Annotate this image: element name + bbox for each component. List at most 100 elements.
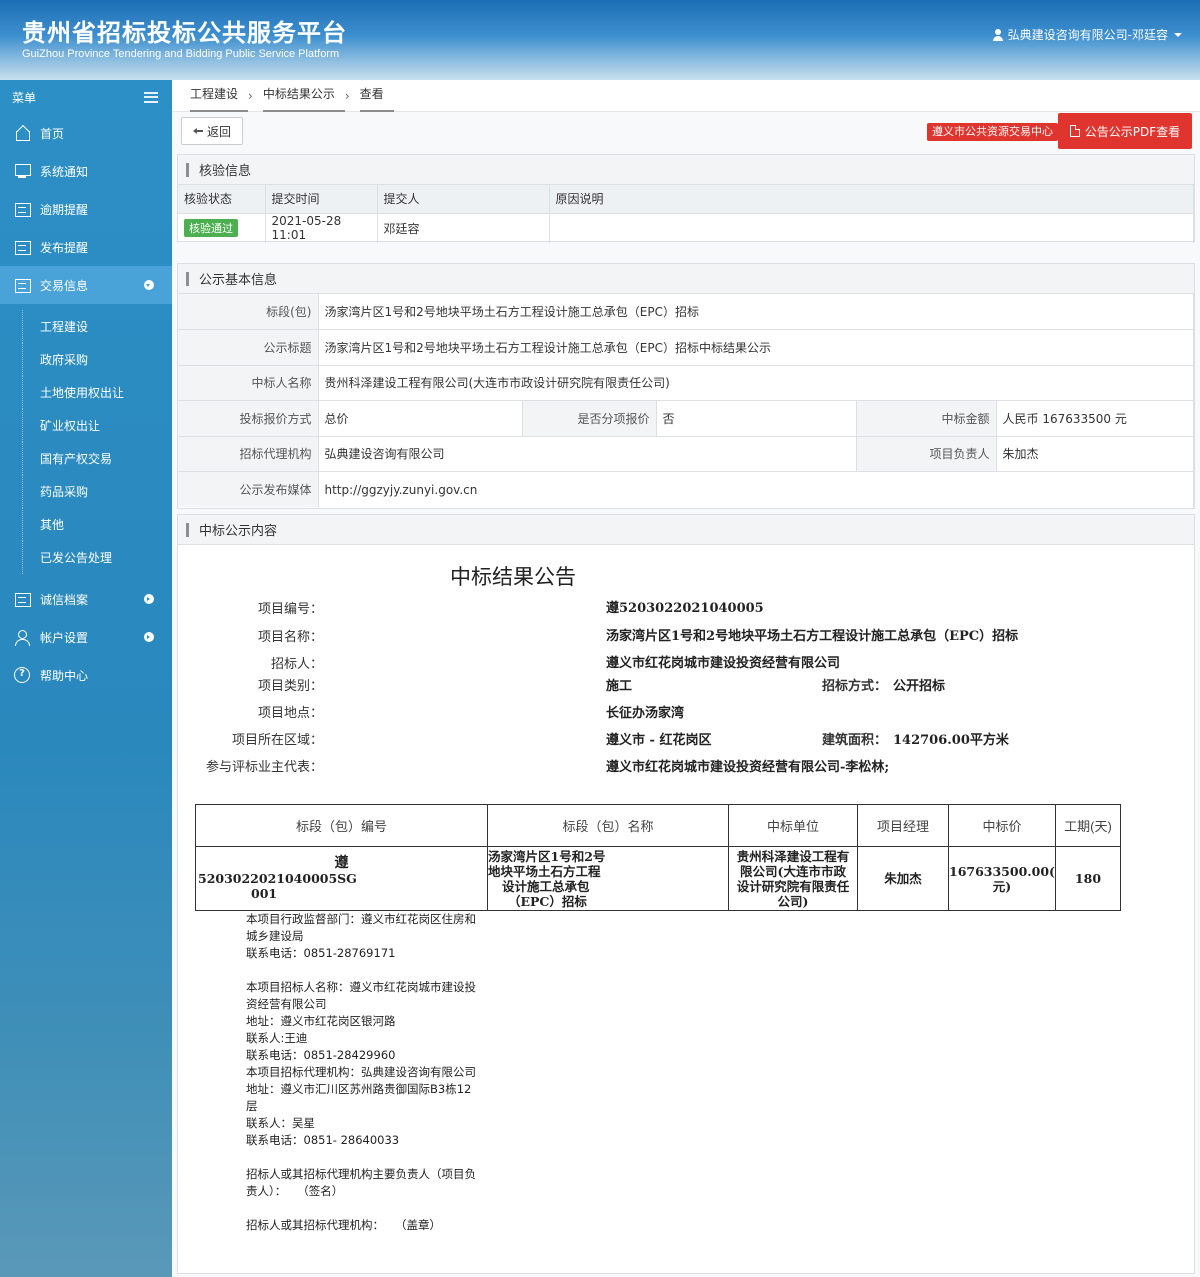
sidebar-item-help[interactable]: 帮助中心	[0, 656, 172, 694]
field-value: 遵5203022021040005	[606, 601, 764, 616]
table-row: 遵 5203022021040005SG 001 汤家湾片区1号和2号 地块平场…	[195, 846, 1122, 911]
table-header: 提交人	[377, 185, 550, 214]
field-label: 标段(包)	[178, 294, 319, 330]
chevron-right-icon	[144, 632, 154, 642]
field-value: 弘典建设咨询有限公司	[318, 436, 857, 472]
field-value: 汤家湾片区1号和2号地块平场土石方工程设计施工总承包（EPC）招标	[606, 629, 1019, 644]
sidebar-subitem[interactable]: 药品采购	[0, 475, 172, 508]
sidebar-subitem[interactable]: 其他	[0, 508, 172, 541]
field-value: 否	[656, 400, 857, 437]
field-label: 项目类别：	[257, 678, 323, 693]
field-value: 142706.00平方米	[893, 733, 1009, 748]
field-label: 公示标题	[178, 329, 319, 366]
breadcrumb-item[interactable]: 中标结果公示	[262, 80, 345, 112]
field-value: 总价	[318, 400, 523, 437]
reason	[549, 213, 1194, 243]
sidebar-subitem[interactable]: 政府采购	[0, 343, 172, 376]
verify-table: 核验状态 提交时间 提交人 原因说明 核验通过 2021-05-28 11:01…	[178, 185, 1194, 243]
document-icon	[14, 277, 31, 293]
field-label: 参与评标业主代表：	[205, 759, 323, 774]
user-menu[interactable]: 弘典建设咨询有限公司-邓廷容	[992, 26, 1182, 43]
notice-document: 中标结果公告 项目编号： 遵5203022021040005 项目名称： 汤家湾…	[178, 545, 1194, 1273]
back-button[interactable]: 返回	[181, 117, 243, 145]
table-header: 工期(天)	[1054, 804, 1122, 847]
trading-center-button[interactable]: 遵义市公共资源交易中心	[927, 123, 1058, 141]
panel-header: 公示基本信息	[178, 264, 1194, 294]
sidebar-item-trade[interactable]: 交易信息	[0, 266, 172, 304]
field-label: 是否分项报价	[522, 400, 657, 437]
user-name: 弘典建设咨询有限公司-邓廷容	[1007, 28, 1168, 42]
sidebar-item-label: 诚信档案	[40, 592, 89, 607]
document-icon	[14, 201, 31, 217]
list-icon	[14, 591, 31, 607]
sidebar-item-label: 逾期提醒	[40, 202, 89, 217]
table-header: 中标价	[948, 804, 1056, 847]
basic-info-table: 标段(包) 汤家湾片区1号和2号地块平场土石方工程设计施工总承包（EPC）招标 …	[178, 294, 1194, 507]
section-code-cell: 遵 5203022021040005SG 001	[195, 846, 488, 911]
field-value: 施工	[606, 679, 633, 694]
field-value: 汤家湾片区1号和2号地块平场土石方工程设计施工总承包（EPC）招标	[318, 294, 1194, 330]
note-line: 招标人或其招标代理机构： （盖章）	[246, 1218, 441, 1232]
sidebar-item-overdue[interactable]: 逾期提醒	[0, 190, 172, 228]
note-line: 联系电话：0851- 28640033	[246, 1133, 400, 1147]
field-value: 朱加杰	[996, 436, 1194, 472]
main-content: 工程建设 › 中标结果公示 › 查看 返回 遵义市公共资源交易中心 公告公示PD…	[172, 80, 1200, 1277]
panel-title: 公示基本信息	[199, 273, 278, 288]
sidebar-item-notice[interactable]: 系统通知	[0, 152, 172, 190]
note-line	[246, 962, 482, 979]
breadcrumb-item-current: 查看	[359, 80, 394, 112]
hamburger-icon[interactable]	[144, 91, 158, 103]
sidebar-item-home[interactable]: 首页	[0, 114, 172, 152]
table-header: 项目经理	[857, 804, 949, 847]
table-header: 标段（包）编号	[195, 804, 488, 847]
sidebar-item-publish[interactable]: 发布提醒	[0, 228, 172, 266]
note-line: 地址：遵义市汇川区苏州路贵御国际B3栋12层	[246, 1082, 472, 1113]
platform-subtitle: GuiZhou Province Tendering and Bidding P…	[22, 48, 340, 60]
sidebar-subitem[interactable]: 国有产权交易	[0, 442, 172, 475]
sidebar-submenu: 工程建设 政府采购 土地使用权出让 矿业权出让 国有产权交易 药品采购 其他 已…	[0, 304, 172, 580]
status-badge: 核验通过	[184, 219, 238, 238]
platform-title: 贵州省招标投标公共服务平台	[22, 19, 347, 47]
field-value: 遵义市红花岗城市建设投资经营有限公司-李松林;	[606, 760, 890, 775]
price-cell: 167633500.00( 元)	[948, 846, 1056, 911]
table-row: 核验通过 2021-05-28 11:01 邓廷容	[178, 213, 1194, 243]
note-line: 本项目招标人名称：遵义市红花岗城市建设投资经营有限公司	[246, 980, 476, 1011]
basic-info-panel: 公示基本信息 标段(包) 汤家湾片区1号和2号地块平场土石方工程设计施工总承包（…	[177, 263, 1195, 509]
sidebar-item-credit[interactable]: 诚信档案	[0, 580, 172, 618]
back-icon	[192, 127, 203, 135]
user-icon	[992, 28, 1004, 41]
breadcrumb-item[interactable]: 工程建设	[190, 80, 249, 112]
monitor-icon	[14, 163, 31, 179]
pdf-file-icon	[1069, 125, 1080, 137]
field-label: 招标方式：	[821, 679, 887, 694]
toolbar: 返回 遵义市公共资源交易中心 公告公示PDF查看	[172, 112, 1200, 150]
sidebar-subitem[interactable]: 已发公告处理	[0, 541, 172, 574]
sidebar-item-account[interactable]: 帐户设置	[0, 618, 172, 656]
sidebar-subitem[interactable]: 土地使用权出让	[0, 376, 172, 409]
sidebar-item-label: 首页	[40, 126, 65, 141]
document-icon	[14, 239, 31, 255]
pdf-view-button[interactable]: 公告公示PDF查看	[1058, 113, 1192, 149]
field-label: 建筑面积：	[821, 733, 887, 748]
notice-title: 中标结果公告	[450, 565, 576, 589]
panel-header: 核验信息	[178, 155, 1194, 185]
field-value: 遵义市红花岗城市建设投资经营有限公司	[606, 656, 841, 671]
chevron-right-icon	[144, 594, 154, 604]
sidebar-subitem[interactable]: 工程建设	[0, 310, 172, 343]
note-line: 联系电话：0851-28769171	[246, 946, 396, 960]
help-icon	[14, 667, 30, 683]
field-label: 项目地点：	[257, 705, 323, 720]
sidebar-item-label: 系统通知	[40, 164, 89, 179]
winner-unit-cell: 贵州科泽建设工程有 限公司(大连市市政 设计研究院有限责任 公司)	[728, 846, 858, 911]
sidebar-item-label: 帐户设置	[40, 630, 89, 645]
note-line: 本项目招标代理机构：弘典建设咨询有限公司	[246, 1065, 476, 1079]
breadcrumb-separator: ›	[344, 88, 350, 103]
sidebar-item-label: 交易信息	[40, 278, 89, 293]
submit-time: 2021-05-28 11:01	[265, 213, 378, 243]
menu-label: 菜单	[12, 90, 37, 105]
field-value: 贵州科泽建设工程有限公司(大连市市政设计研究院有限责任公司)	[318, 365, 1194, 401]
field-value: 长征办汤家湾	[606, 706, 685, 721]
note-line: 地址：遵义市红花岗区银河路	[246, 1014, 396, 1028]
table-header: 中标单位	[728, 804, 858, 847]
sidebar-subitem[interactable]: 矿业权出让	[0, 409, 172, 442]
